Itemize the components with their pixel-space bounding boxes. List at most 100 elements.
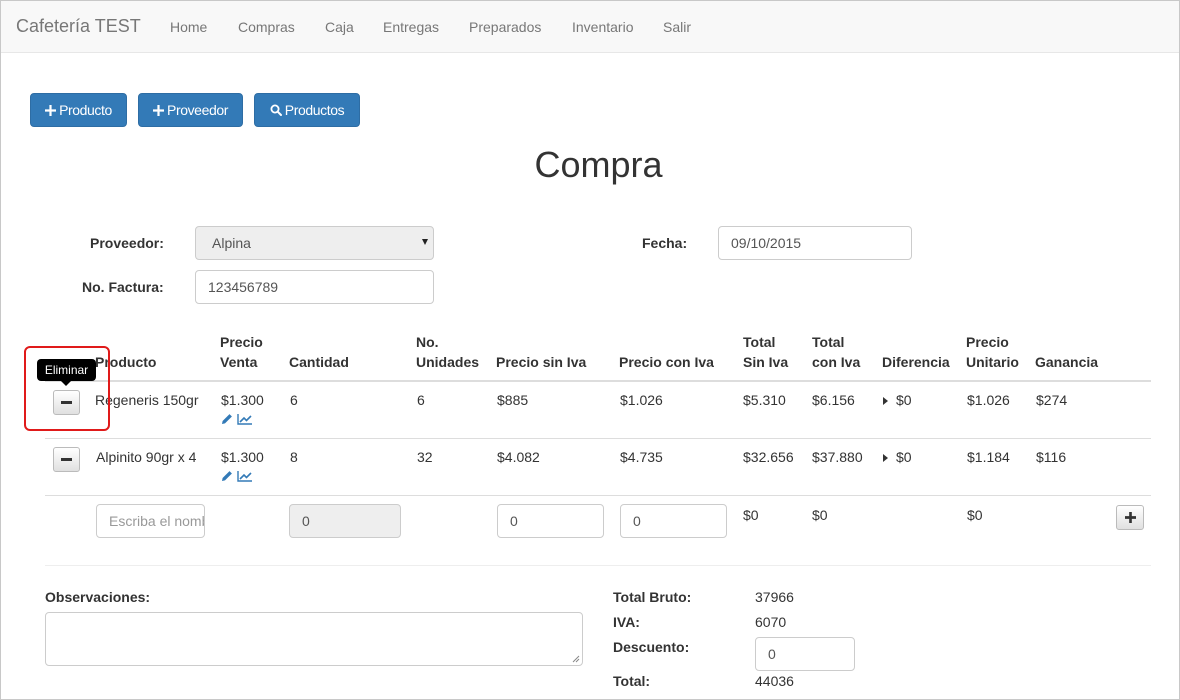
th-diferencia: Diferencia <box>882 354 950 370</box>
section-divider <box>45 565 1151 566</box>
pencil-icon[interactable] <box>221 470 233 482</box>
new-precio-unitario: $0 <box>967 507 983 523</box>
highlight-annotation <box>24 346 110 431</box>
caret-right-icon <box>883 454 888 463</box>
row2-precio-venta: $1.300 <box>221 449 264 465</box>
chevron-down-icon <box>422 239 428 245</box>
observaciones-textarea[interactable] <box>45 612 583 666</box>
add-product-button[interactable]: Producto <box>30 93 127 127</box>
invoice-value: 123456789 <box>208 279 279 295</box>
th-cantidad: Cantidad <box>289 354 349 370</box>
new-total-sin-iva: $0 <box>743 507 759 523</box>
th-precio-sin-iva: Precio sin Iva <box>496 354 587 370</box>
nav-entregas[interactable]: Entregas <box>383 19 439 35</box>
new-cantidad-field[interactable]: 0 <box>289 504 401 538</box>
search-products-button[interactable]: Productos <box>254 93 360 127</box>
row1-price-actions <box>221 413 253 425</box>
brand[interactable]: Cafetería TEST <box>16 16 141 37</box>
row1-diferencia[interactable]: $0 <box>883 392 912 408</box>
th-precio-venta-line2: Venta <box>220 354 258 370</box>
th-precio-venta-line1: Precio <box>220 334 263 350</box>
remove-row-button[interactable] <box>53 447 80 472</box>
row1-precio-unitario: $1.026 <box>967 392 1010 408</box>
row1-total-sin-iva: $5.310 <box>743 392 786 408</box>
plus-icon <box>45 104 57 116</box>
iva-label: IVA: <box>613 614 640 630</box>
caret-right-icon <box>883 397 888 406</box>
row2-ganancia: $116 <box>1036 449 1067 465</box>
th-ganancia: Ganancia <box>1035 354 1099 370</box>
th-unidades-line1: No. <box>416 334 439 350</box>
new-product-input[interactable]: Escriba el nombre <box>96 504 205 538</box>
total-bruto-value: 37966 <box>755 589 794 605</box>
th-precio-con-iva: Precio con Iva <box>619 354 714 370</box>
nav-compras[interactable]: Compras <box>238 19 295 35</box>
nav-caja[interactable]: Caja <box>325 19 354 35</box>
navbar: Cafetería TEST Home Compras Caja Entrega… <box>1 1 1179 53</box>
supplier-value: Alpina <box>212 235 251 251</box>
supplier-select[interactable]: Alpina <box>195 226 434 260</box>
row1-con-iva: $1.026 <box>620 392 663 408</box>
nav-inventario[interactable]: Inventario <box>572 19 633 35</box>
row2-total-sin-iva: $32.656 <box>743 449 794 465</box>
pencil-icon[interactable] <box>221 413 233 425</box>
date-label: Fecha: <box>642 235 688 251</box>
row2-diferencia[interactable]: $0 <box>883 449 912 465</box>
th-total-sin-iva-line1: Total <box>743 334 776 350</box>
row2-producto: Alpinito 90gr x 4 <box>96 449 197 465</box>
th-precio-unitario-line1: Precio <box>966 334 1009 350</box>
row1-diferencia-value: $0 <box>896 392 912 408</box>
row1-precio-venta: $1.300 <box>221 392 264 408</box>
row2-con-iva: $4.735 <box>620 449 663 465</box>
date-field[interactable]: 09/10/2015 <box>718 226 912 260</box>
th-unidades-line2: Unidades <box>416 354 480 370</box>
chart-line-icon[interactable] <box>237 413 253 425</box>
row1-ganancia: $274 <box>1036 392 1068 408</box>
header-divider <box>45 380 1151 382</box>
chart-line-icon[interactable] <box>237 470 253 482</box>
th-precio-unitario-line2: Unitario <box>966 354 1019 370</box>
plus-icon <box>1124 512 1136 523</box>
search-icon <box>270 104 282 116</box>
row2-diferencia-value: $0 <box>896 449 912 465</box>
row1-producto: Regeneris 150gr <box>95 392 199 408</box>
add-supplier-label: Proveedor <box>167 102 228 118</box>
new-product-placeholder: Escriba el nombre <box>109 513 204 529</box>
row1-unidades: 6 <box>417 392 425 408</box>
th-total-sin-iva-line2: Sin Iva <box>743 354 789 370</box>
plus-icon <box>153 104 164 116</box>
page-title: Compra <box>534 144 663 185</box>
total-value: 44036 <box>755 673 794 689</box>
nav-home[interactable]: Home <box>170 19 207 35</box>
descuento-label: Descuento: <box>613 639 690 655</box>
new-con-iva-input[interactable]: 0 <box>620 504 727 538</box>
row2-price-actions <box>221 470 253 482</box>
nav-salir[interactable]: Salir <box>663 19 691 35</box>
row-divider <box>45 438 1151 439</box>
iva-value: 6070 <box>755 614 787 630</box>
descuento-input[interactable]: 0 <box>755 637 855 671</box>
total-bruto-label: Total Bruto: <box>613 589 692 605</box>
row2-sin-iva: $4.082 <box>497 449 540 465</box>
th-total-con-iva-line1: Total <box>812 334 845 350</box>
row2-total-con-iva: $37.880 <box>812 449 863 465</box>
row2-precio-unitario: $1.184 <box>967 449 1010 465</box>
resize-grip-icon[interactable] <box>572 655 580 663</box>
new-con-iva-value: 0 <box>633 513 641 529</box>
row2-cantidad: 8 <box>290 449 298 465</box>
th-total-con-iva-line2: con Iva <box>812 354 861 370</box>
new-sin-iva-input[interactable]: 0 <box>497 504 604 538</box>
invoice-field[interactable]: 123456789 <box>195 270 434 304</box>
invoice-label: No. Factura: <box>82 279 164 295</box>
row1-cantidad: 6 <box>290 392 298 408</box>
search-products-label: Productos <box>284 102 345 118</box>
row1-total-con-iva: $6.156 <box>812 392 855 408</box>
supplier-label: Proveedor: <box>90 235 164 251</box>
row1-sin-iva: $885 <box>497 392 529 408</box>
add-supplier-button[interactable]: Proveedor <box>138 93 243 127</box>
nav-preparados[interactable]: Preparados <box>469 19 541 35</box>
row-divider <box>45 495 1151 496</box>
add-row-button[interactable] <box>1116 505 1144 530</box>
descuento-value: 0 <box>768 646 776 662</box>
add-product-label: Producto <box>59 102 112 118</box>
